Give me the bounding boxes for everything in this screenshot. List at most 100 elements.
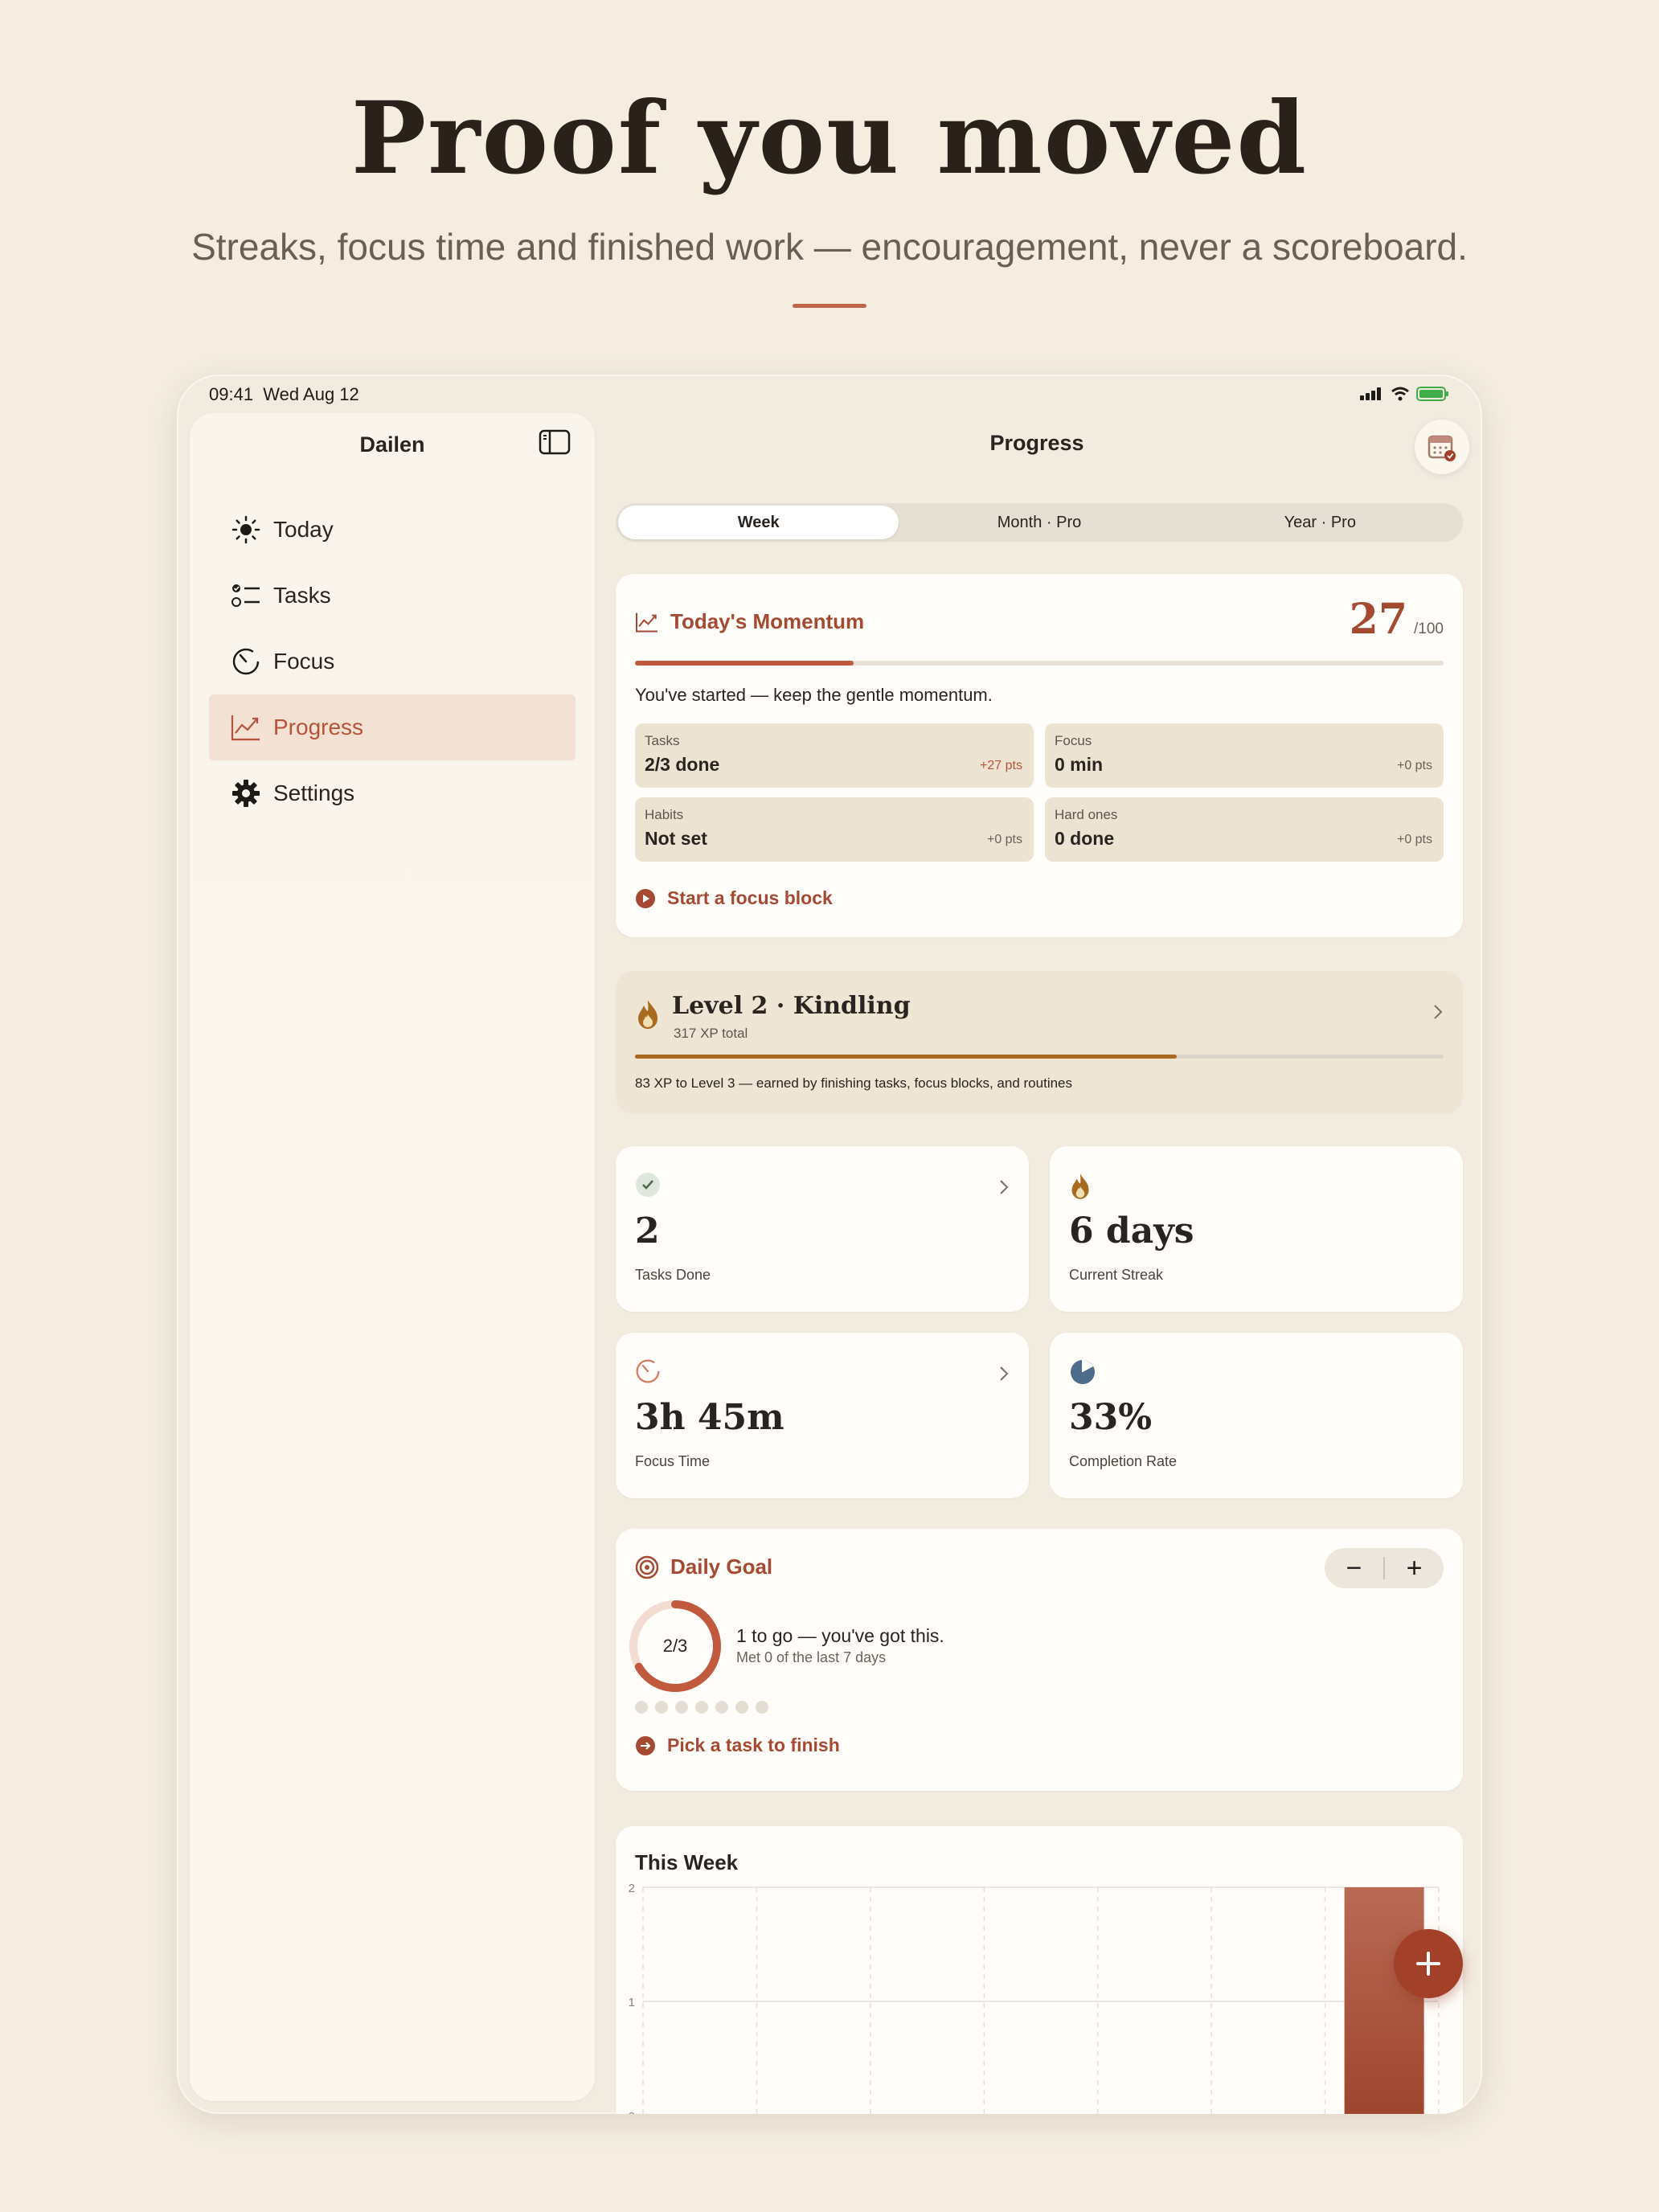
- this-week-card: This Week 210: [616, 1826, 1463, 2114]
- play-circle-icon: [636, 888, 655, 908]
- daily-goal-header: Daily Goal: [635, 1555, 772, 1579]
- chevron-right-icon: [1000, 1180, 1009, 1194]
- day-dot: [655, 1701, 668, 1714]
- goal-history: Met 0 of the last 7 days: [736, 1649, 887, 1665]
- tile-points: +27 pts: [980, 759, 1022, 772]
- momentum-progress-bar: [635, 661, 1444, 666]
- momentum-tile-tasks: Tasks 2/3 done +27 pts: [635, 723, 1034, 788]
- sidebar-toggle-icon[interactable]: [539, 429, 571, 455]
- chevron-right-icon: [1000, 1366, 1009, 1381]
- tile-points: +0 pts: [1396, 833, 1432, 846]
- daily-goal-card: Daily Goal − + 2/3 1 to go — you've got …: [616, 1529, 1463, 1791]
- stat-card-focus-time[interactable]: 3h 45m Focus Time: [616, 1333, 1029, 1498]
- day-dot: [756, 1701, 768, 1714]
- goal-week-dots: [635, 1701, 768, 1714]
- stat-value: 33%: [1069, 1397, 1153, 1438]
- signal-icon: [1360, 387, 1381, 400]
- day-dot: [675, 1701, 688, 1714]
- tablet-frame: 09:41 Wed Aug 12 Dailen Today Tasks Focu…: [177, 375, 1482, 2114]
- start-focus-block-link[interactable]: Start a focus block: [635, 887, 833, 909]
- sidebar-title: Dailen: [359, 432, 425, 457]
- tile-value: 0 min: [1055, 754, 1104, 775]
- level-card[interactable]: Level 2 · Kindling 317 XP total 83 XP to…: [616, 971, 1463, 1114]
- stat-card-current-streak: 6 days Current Streak: [1050, 1146, 1463, 1312]
- decrement-button[interactable]: −: [1325, 1548, 1383, 1588]
- sidebar-item-today[interactable]: Today: [209, 497, 576, 563]
- tile-value: 0 done: [1055, 828, 1115, 849]
- calendar-button[interactable]: [1415, 420, 1469, 474]
- hero-subtitle: Streaks, focus time and finished work — …: [191, 226, 1468, 268]
- momentum-score-value: 27: [1349, 595, 1408, 644]
- chart-bar: [1344, 1887, 1424, 2114]
- status-time: 09:41 Wed Aug 12: [209, 384, 359, 405]
- stat-value: 3h 45m: [635, 1397, 784, 1438]
- status-clock: 09:41: [209, 384, 254, 404]
- stat-caption: Tasks Done: [635, 1267, 711, 1283]
- sidebar-item-settings[interactable]: Settings: [209, 760, 576, 826]
- sidebar-item-label: Focus: [273, 649, 335, 674]
- sidebar-item-label: Today: [273, 517, 334, 542]
- flame-icon: [1071, 1174, 1089, 1199]
- status-date: Wed Aug 12: [263, 384, 359, 404]
- chart-y-tick: 1: [629, 1996, 635, 2009]
- increment-button[interactable]: +: [1385, 1548, 1444, 1588]
- momentum-progress-fill: [635, 661, 854, 666]
- arrow-circle-icon: [636, 1735, 655, 1755]
- goal-ring-label: 2/3: [662, 1636, 688, 1656]
- momentum-title: Today's Momentum: [670, 609, 865, 633]
- level-note: 83 XP to Level 3 — earned by finishing t…: [635, 1075, 1072, 1091]
- day-dot: [695, 1701, 708, 1714]
- hero-divider: [793, 304, 866, 308]
- checklist-icon: [230, 580, 262, 612]
- timer-icon: [230, 645, 262, 678]
- goal-stepper: − +: [1325, 1548, 1444, 1588]
- wifi-icon: [1391, 387, 1409, 401]
- page-title-text: Progress: [989, 431, 1084, 455]
- period-segmented-control: Week Month · Pro Year · Pro: [616, 503, 1463, 542]
- tile-label: Habits: [645, 807, 684, 822]
- this-week-chart: 2 1 0: [629, 1882, 1440, 2114]
- add-button[interactable]: [1394, 1929, 1463, 1998]
- check-circle-icon: [636, 1173, 660, 1197]
- day-dot: [715, 1701, 728, 1714]
- gear-icon: [230, 777, 262, 809]
- stat-card-tasks-done[interactable]: 2 Tasks Done: [616, 1146, 1029, 1312]
- goal-message: 1 to go — you've got this.: [736, 1625, 944, 1646]
- chart-y-tick: 2: [629, 1882, 635, 1895]
- sidebar-item-focus[interactable]: Focus: [209, 629, 576, 694]
- stat-value: 2: [635, 1210, 660, 1251]
- sidebar-item-progress[interactable]: Progress: [209, 694, 576, 760]
- momentum-header: Today's Momentum: [635, 609, 864, 634]
- sidebar-item-label: Tasks: [273, 583, 331, 608]
- stat-caption: Focus Time: [635, 1453, 711, 1469]
- sidebar: Dailen Today Tasks Focus Progress Settin…: [190, 413, 595, 2101]
- page-title: Progress: [595, 431, 1482, 456]
- tile-label: Tasks: [645, 733, 680, 748]
- daily-goal-title: Daily Goal: [670, 1555, 773, 1579]
- segment-year[interactable]: Year · Pro: [1180, 506, 1460, 539]
- start-focus-block-label: Start a focus block: [667, 887, 833, 908]
- timer-icon: [636, 1359, 660, 1383]
- stat-caption: Current Streak: [1069, 1267, 1164, 1283]
- pie-icon: [1071, 1360, 1095, 1384]
- day-dot: [635, 1701, 648, 1714]
- sidebar-item-tasks[interactable]: Tasks: [209, 563, 576, 629]
- segment-month[interactable]: Month · Pro: [899, 506, 1179, 539]
- day-dot: [735, 1701, 748, 1714]
- momentum-tile-hard-ones: Hard ones 0 done +0 pts: [1045, 797, 1444, 862]
- trend-icon: [636, 612, 657, 632]
- plus-icon: [1416, 1952, 1440, 1976]
- level-progress-bar: [635, 1055, 1444, 1059]
- tile-label: Hard ones: [1055, 807, 1118, 822]
- momentum-tile-focus: Focus 0 min +0 pts: [1045, 723, 1444, 788]
- tile-points: +0 pts: [986, 833, 1022, 846]
- battery-icon: [1416, 387, 1448, 401]
- sidebar-nav: Today Tasks Focus Progress Settings: [209, 497, 576, 826]
- trend-icon: [230, 711, 262, 743]
- tile-value: 2/3 done: [645, 754, 720, 775]
- pick-task-link[interactable]: Pick a task to finish: [635, 1735, 840, 1756]
- segment-week[interactable]: Week: [618, 506, 899, 539]
- target-icon: [635, 1555, 659, 1579]
- stat-caption: Completion Rate: [1069, 1453, 1178, 1469]
- tile-value: Not set: [645, 828, 707, 849]
